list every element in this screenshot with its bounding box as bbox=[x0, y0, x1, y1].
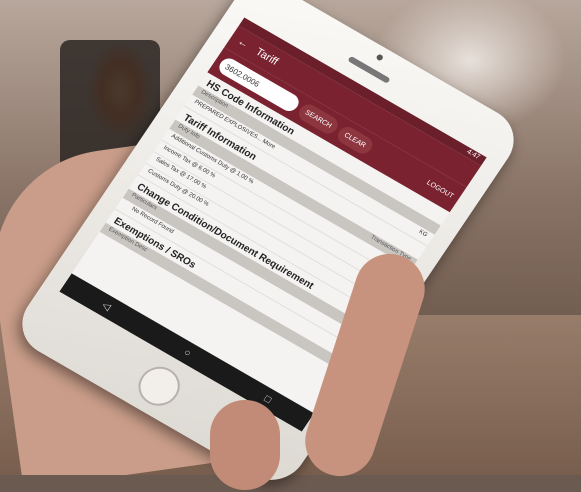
arrow-left-icon[interactable]: ← bbox=[235, 36, 251, 51]
nav-back-icon[interactable]: ◁ bbox=[100, 300, 113, 313]
home-button[interactable] bbox=[130, 359, 188, 413]
hs-code-unit: KG bbox=[417, 229, 429, 239]
logout-button[interactable]: LOGOUT bbox=[425, 179, 455, 200]
earpiece-speaker bbox=[347, 55, 391, 84]
front-camera bbox=[375, 53, 384, 62]
nav-home-icon[interactable]: ○ bbox=[182, 347, 193, 359]
nav-recent-icon[interactable]: □ bbox=[262, 393, 273, 405]
right-finger bbox=[210, 400, 280, 490]
app-title: Tariff bbox=[253, 46, 281, 68]
